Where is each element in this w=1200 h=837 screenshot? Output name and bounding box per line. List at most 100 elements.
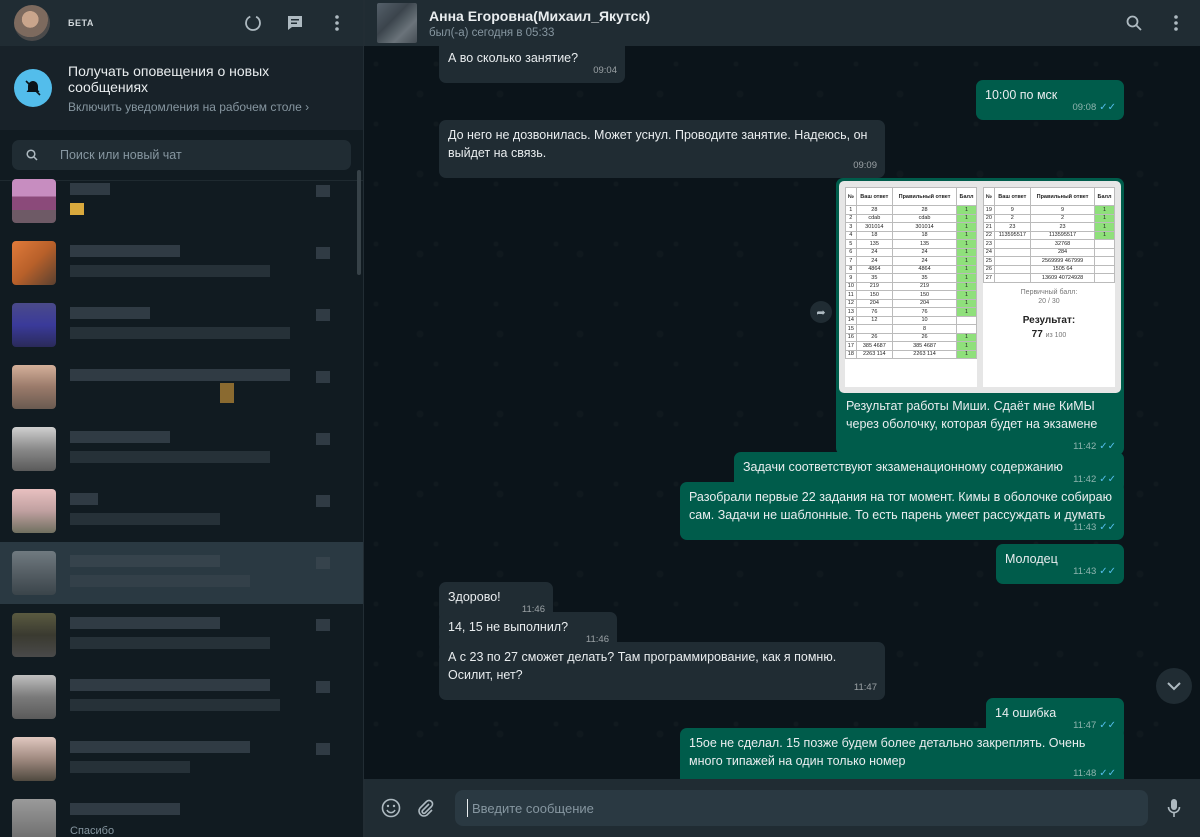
message-out: Молодец 11:43 ✓✓ — [996, 544, 1124, 584]
message-text: Здорово! — [448, 590, 501, 604]
message-text: 14 ошибка — [995, 706, 1057, 720]
message-input-placeholder: Введите сообщение — [472, 800, 594, 816]
message-time: 09:08 — [1072, 102, 1097, 113]
message-time: 11:42 — [1073, 441, 1097, 452]
sidebar-header: БЕТА — [0, 0, 363, 46]
list-item[interactable] — [0, 170, 363, 232]
message-in: А во сколько занятие? 09:04 — [439, 46, 625, 83]
image-message[interactable]: № Ваш ответ Правильный ответ Балл 1 28 28 1 2c… — [836, 178, 1124, 455]
avatar — [12, 365, 56, 409]
message-text: 15ое не сделал. 15 позже будем более дет… — [689, 736, 1086, 768]
chat-panel: Анна Егоровна(Михаил_Якутск) был(-а) сег… — [364, 0, 1200, 837]
message-text: Молодец — [1005, 552, 1058, 566]
list-item[interactable] — [0, 542, 363, 604]
message-time: 11:43 — [1073, 522, 1097, 533]
sidebar: БЕТА Получать оповещения о новых сообщен… — [0, 0, 364, 837]
chat-header[interactable]: Анна Егоровна(Михаил_Якутск) был(-а) сег… — [364, 0, 1200, 46]
primary-score-label: Первичный балл: — [1020, 288, 1078, 296]
message-text: 10:00 по мск — [985, 88, 1058, 102]
avatar — [12, 551, 56, 595]
status-icon[interactable] — [243, 13, 263, 33]
chat-preview: Спасибо — [70, 825, 115, 837]
list-item[interactable] — [0, 790, 363, 837]
result-value: 77 — [1031, 328, 1043, 340]
primary-score-value: 20 / 30 — [1038, 297, 1060, 305]
results-table-right: № Ваш ответ Правильный ответ Балл 19 9 9 1 20 2… — [983, 187, 1115, 387]
list-item[interactable] — [0, 418, 363, 480]
message-time: 09:04 — [593, 65, 617, 76]
bell-off-icon — [14, 69, 52, 107]
search-icon — [26, 149, 38, 161]
chat-list — [0, 170, 363, 837]
menu-icon[interactable] — [327, 13, 347, 33]
forward-icon[interactable]: ➦ — [810, 301, 832, 323]
scroll-down-button[interactable] — [1156, 668, 1192, 704]
list-item[interactable] — [0, 666, 363, 728]
list-item[interactable] — [0, 356, 363, 418]
notification-title: Получать оповещения о новых сообщениях — [68, 62, 270, 95]
message-in: До него не дозвонилась. Может уснул. Про… — [439, 120, 885, 178]
notification-link[interactable]: Включить уведомления на рабочем столе › — [68, 100, 349, 114]
chevron-down-icon — [1167, 681, 1181, 690]
list-item[interactable] — [0, 728, 363, 790]
microphone-icon[interactable] — [1164, 798, 1184, 818]
read-ticks-icon: ✓✓ — [1099, 102, 1116, 113]
read-ticks-icon: ✓✓ — [1099, 768, 1116, 779]
result-scale: из 100 — [1045, 331, 1067, 339]
message-time: 11:47 — [853, 682, 877, 693]
search-placeholder: Поиск или новый чат — [60, 148, 182, 162]
table-header: Правильный ответ — [891, 187, 958, 206]
message-text: До него не дозвонилась. Может уснул. Про… — [448, 128, 868, 160]
message-out: Разобрали первые 22 задания на тот момен… — [680, 482, 1124, 540]
message-time: 11:43 — [1073, 566, 1097, 577]
message-out: 15ое не сделал. 15 позже будем более дет… — [680, 728, 1124, 786]
table-header: Ваш ответ — [855, 187, 893, 206]
result-label: Результат: — [1022, 314, 1076, 326]
message-text: Разобрали первые 22 задания на тот момен… — [689, 490, 1112, 522]
sidebar-scrollbar[interactable] — [357, 170, 361, 275]
read-ticks-icon: ✓✓ — [1099, 522, 1116, 533]
menu-icon[interactable] — [1166, 13, 1186, 33]
read-ticks-icon: ✓✓ — [1099, 441, 1116, 452]
avatar — [12, 675, 56, 719]
new-chat-icon[interactable] — [285, 13, 305, 33]
table-header: Балл — [956, 187, 977, 206]
notification-banner[interactable]: Получать оповещения о новых сообщениях В… — [0, 46, 363, 130]
list-item[interactable] — [0, 604, 363, 666]
list-item[interactable] — [0, 232, 363, 294]
list-item[interactable] — [0, 294, 363, 356]
search-input[interactable]: Поиск или новый чат — [12, 140, 351, 170]
results-image[interactable]: № Ваш ответ Правильный ответ Балл 1 28 28 1 2c… — [839, 181, 1121, 393]
avatar — [12, 427, 56, 471]
message-text: А во сколько занятие? — [448, 51, 579, 65]
avatar — [12, 179, 56, 223]
avatar — [12, 489, 56, 533]
message-area[interactable]: А во сколько занятие? 09:04 10:00 по мск 0… — [364, 46, 1200, 786]
message-time: 09:09 — [853, 160, 877, 171]
avatar[interactable] — [14, 5, 50, 41]
beta-badge: БЕТА — [68, 18, 94, 28]
message-time: 11:48 — [1073, 768, 1097, 779]
list-item[interactable] — [0, 480, 363, 542]
avatar — [12, 737, 56, 781]
search-icon[interactable] — [1124, 13, 1144, 33]
message-text: 14, 15 не выполнил? — [448, 620, 569, 634]
app: БЕТА Получать оповещения о новых сообщен… — [0, 0, 1200, 837]
message-text: Результат работы Миши. Сдаёт мне КиМЫ че… — [846, 399, 1098, 431]
results-table-left: № Ваш ответ Правильный ответ Балл 1 28 28 1 2c… — [845, 187, 977, 387]
message-input[interactable]: Введите сообщение — [455, 790, 1148, 826]
table-header: № — [845, 187, 857, 206]
avatar — [12, 241, 56, 285]
message-out: 10:00 по мск 09:08 ✓✓ — [976, 80, 1124, 120]
avatar — [12, 613, 56, 657]
composer: Введите сообщение — [364, 779, 1200, 837]
message-in: А с 23 по 27 сможет делать? Там программ… — [439, 642, 885, 700]
attach-icon[interactable] — [415, 798, 435, 818]
avatar[interactable] — [377, 3, 417, 43]
message-text: Задачи соответствуют экзаменационному со… — [743, 460, 1063, 474]
contact-status: был(-а) сегодня в 05:33 — [429, 26, 555, 39]
emoji-icon[interactable] — [381, 798, 401, 818]
message-text: А с 23 по 27 сможет делать? Там программ… — [448, 650, 837, 682]
avatar — [12, 303, 56, 347]
avatar — [12, 799, 56, 837]
